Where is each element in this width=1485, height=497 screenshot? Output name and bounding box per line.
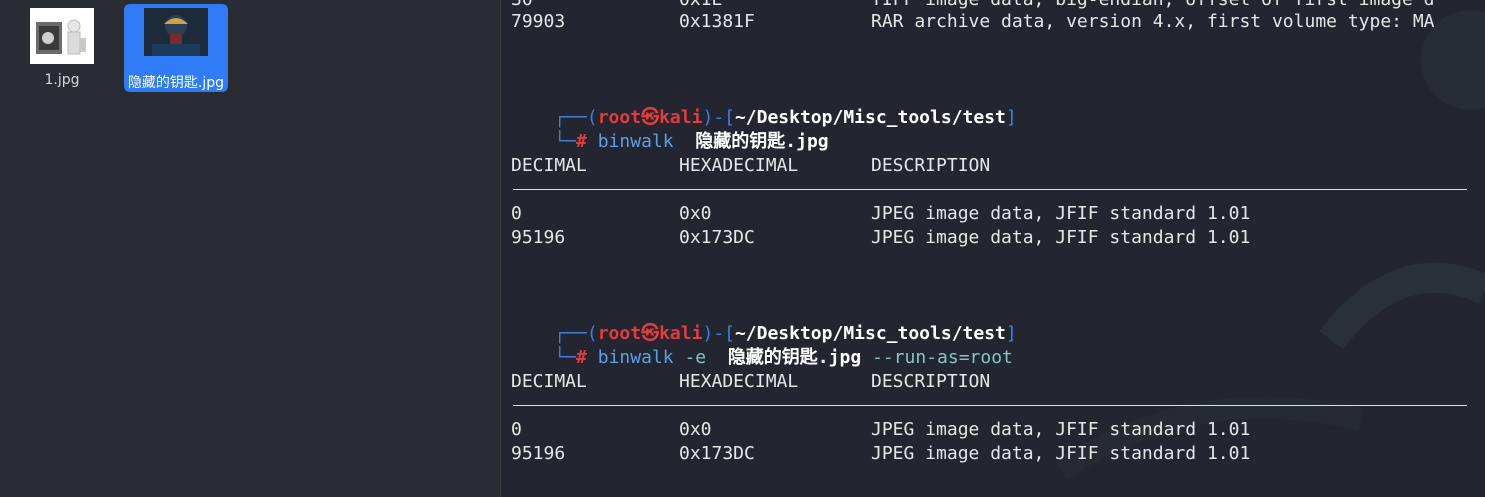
table-header: DECIMAL HEXADECIMAL DESCRIPTION [511, 155, 991, 176]
command-line: └─# binwalk -e 隐藏的钥匙.jpg --run-as=root [554, 347, 1013, 368]
table-header: DECIMAL HEXADECIMAL DESCRIPTION [511, 371, 991, 392]
header-divider [513, 189, 1467, 190]
image-thumbnail-icon [30, 8, 94, 64]
command-line: └─# binwalk 隐藏的钥匙.jpg [554, 131, 829, 152]
file-name: 隐藏的钥匙.jpg [127, 75, 225, 91]
prompt-line: ┌──(root㉿kali)-[~/Desktop/Misc_tools/tes… [554, 323, 1017, 344]
file-item-1jpg[interactable]: 1.jpg [10, 4, 114, 92]
table-row: 95196 0x173DC JPEG image data, JFIF stan… [511, 443, 1251, 464]
prompt-line: ┌──(root㉿kali)-[~/Desktop/Misc_tools/tes… [554, 107, 1017, 128]
file-name: 1.jpg [44, 72, 80, 88]
image-thumbnail-icon [144, 8, 208, 56]
file-manager-pane: 1.jpg 隐藏的钥匙.jpg [0, 0, 501, 497]
table-row: 0 0x0 JPEG image data, JFIF standard 1.0… [511, 203, 1251, 224]
table-row: 95196 0x173DC JPEG image data, JFIF stan… [511, 227, 1251, 248]
file-item-hidden-key[interactable]: 隐藏的钥匙.jpg [124, 4, 228, 92]
header-divider [513, 405, 1467, 406]
table-row: 0 0x0 JPEG image data, JFIF standard 1.0… [511, 419, 1251, 440]
output-row: 79903 0x1381F RAR archive data, version … [511, 11, 1435, 32]
terminal-window[interactable]: 30 0x1E TIFF image data, big-endian, off… [501, 0, 1485, 497]
